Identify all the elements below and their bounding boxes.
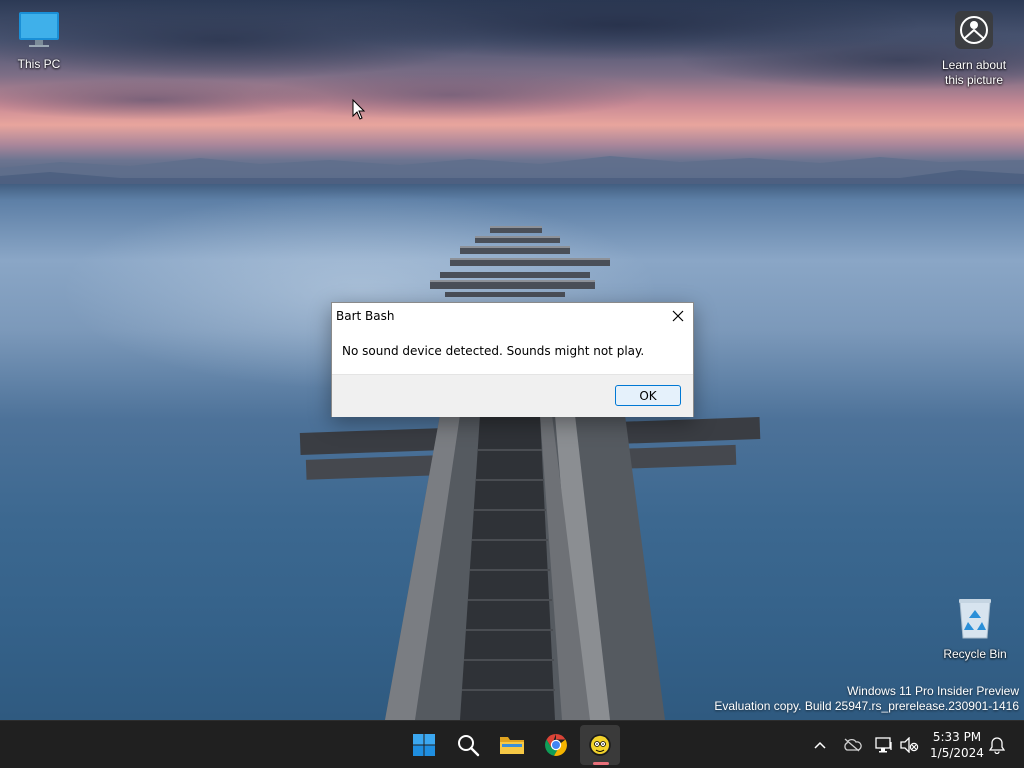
learn-label-line2: this picture: [944, 73, 1004, 87]
volume-tray-button[interactable]: [897, 733, 921, 757]
start-button[interactable]: [404, 725, 444, 765]
speaker-muted-icon: [900, 737, 919, 753]
file-explorer-button[interactable]: [492, 725, 532, 765]
clock-time: 5:33 PM: [932, 730, 982, 744]
search-button[interactable]: [448, 725, 488, 765]
search-icon: [458, 735, 480, 757]
taskbar: 5:33 PM 1/5/2024: [0, 720, 1024, 768]
chrome-icon: [545, 734, 567, 756]
recycle-bin-shortcut[interactable]: Recycle Bin: [935, 596, 1015, 661]
watermark-line2: Evaluation copy. Build 25947.rs_prerelea…: [714, 699, 1019, 713]
active-app-indicator: [593, 762, 609, 765]
dialog-titlebar[interactable]: Bart Bash: [332, 303, 693, 329]
sky-clouds: [0, 0, 1024, 160]
network-icon: [875, 737, 892, 753]
network-tray-button[interactable]: [872, 733, 896, 757]
build-watermark: Windows 11 Pro Insider Preview Evaluatio…: [714, 684, 1019, 714]
message-dialog: Bart Bash No sound device detected. Soun…: [331, 302, 694, 417]
bart-bash-app-icon: [589, 734, 611, 756]
pier: [299, 226, 761, 720]
mountains: [0, 156, 1024, 184]
close-icon: [672, 310, 684, 322]
bart-bash-taskbar-button[interactable]: [580, 725, 620, 765]
close-button[interactable]: [663, 303, 693, 329]
notifications-button[interactable]: [985, 733, 1009, 757]
dialog-title: Bart Bash: [336, 309, 395, 323]
this-pc-label: This PC: [17, 57, 61, 71]
system-clock[interactable]: 5:33 PM 1/5/2024: [926, 729, 988, 761]
onedrive-tray-button[interactable]: [840, 733, 864, 757]
watermark-line1: Windows 11 Pro Insider Preview: [847, 684, 1019, 698]
ok-button[interactable]: OK: [615, 385, 681, 406]
recycle-bin-icon: [935, 596, 1015, 643]
desktop: This PC Learn about this picture Recycle…: [0, 0, 1024, 720]
this-pc-shortcut[interactable]: This PC: [0, 10, 79, 71]
onedrive-offline-icon: [844, 738, 862, 752]
learn-label-line1: Learn about: [941, 58, 1007, 72]
bell-icon: [989, 737, 1005, 754]
recycle-bin-label: Recycle Bin: [943, 647, 1007, 661]
mouse-cursor-icon: [352, 99, 366, 120]
chrome-button[interactable]: [536, 725, 576, 765]
start-icon: [413, 734, 435, 756]
dialog-message: No sound device detected. Sounds might n…: [342, 344, 645, 358]
dialog-footer: OK: [332, 374, 693, 417]
clock-date: 1/5/2024: [930, 746, 984, 760]
learn-about-picture-shortcut[interactable]: Learn about this picture: [934, 10, 1014, 88]
camera-info-icon: [934, 10, 1014, 54]
chevron-up-icon: [814, 741, 826, 749]
show-hidden-icons-button[interactable]: [808, 733, 832, 757]
file-explorer-icon: [500, 737, 524, 754]
monitor-icon: [0, 10, 79, 53]
